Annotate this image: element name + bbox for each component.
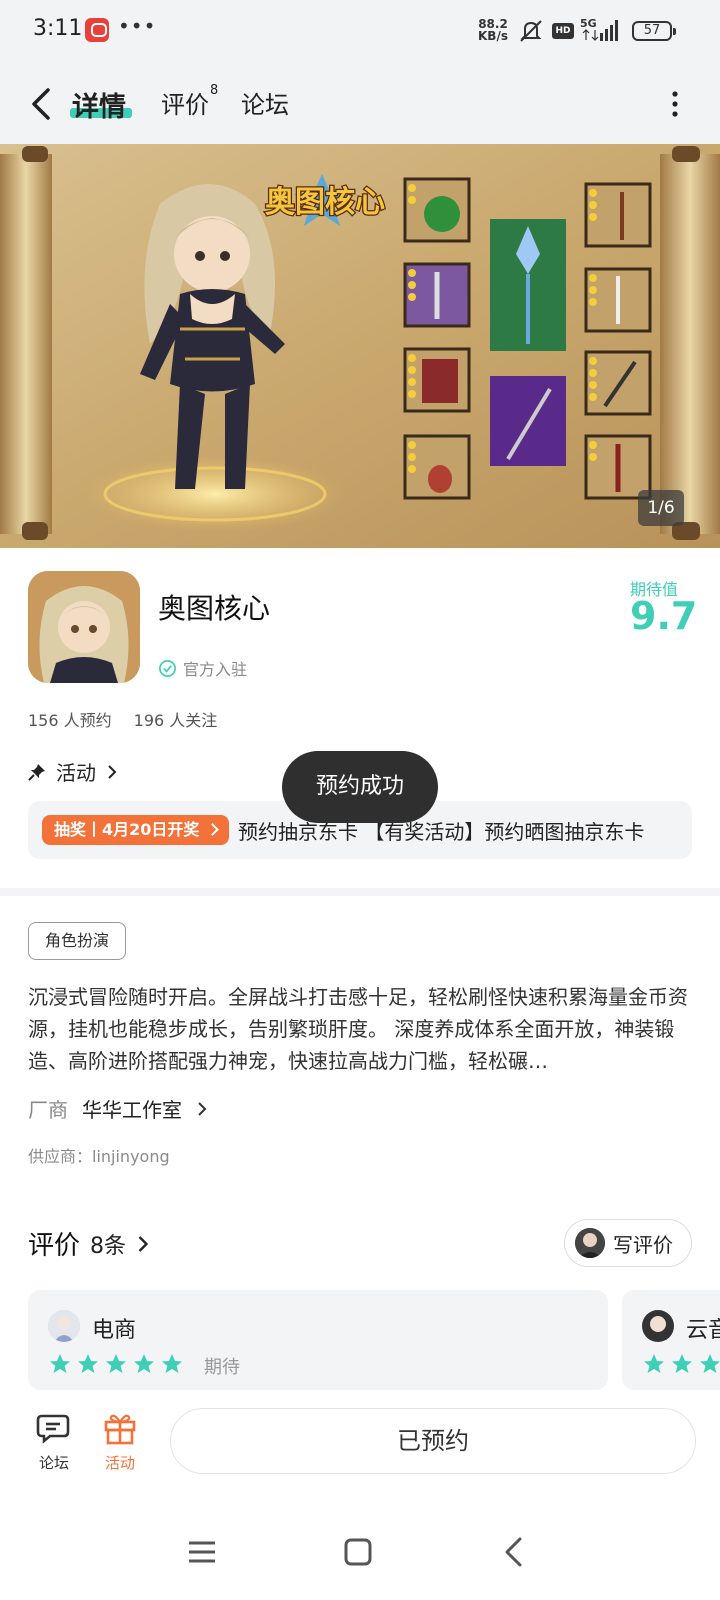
star-icon [162, 1354, 182, 1373]
screenshot-carousel[interactable]: 奥图核心 [0, 144, 720, 548]
battery-icon: 57 [632, 21, 676, 41]
status-time: 3:11 [33, 16, 83, 41]
verified-check-icon [159, 659, 176, 677]
write-review-button[interactable]: 写评价 [564, 1219, 692, 1267]
mute-icon [520, 20, 542, 42]
signal-icon: 5G [580, 17, 618, 41]
reviewer-name: 云音 [686, 1318, 720, 1343]
back-icon[interactable] [496, 1534, 532, 1570]
section-divider [0, 888, 720, 896]
pin-icon [28, 763, 45, 781]
reviewer-name: 电商 [92, 1318, 137, 1343]
vendor-label: 厂商 [28, 1098, 68, 1122]
user-avatar [575, 1228, 605, 1258]
game-description[interactable]: 沉浸式冒险随时开启。全屏战斗打击感十足，轻松刷怪快速积累海量金币资源，挂机也能稳… [28, 981, 694, 1077]
app-name: 奥图核心 [158, 592, 271, 625]
follower-count: 196 人关注 [133, 711, 218, 730]
star-icon [50, 1354, 70, 1373]
star-icon [700, 1354, 720, 1373]
vendor-name: 华华工作室 [82, 1098, 182, 1122]
star-icon [644, 1354, 664, 1373]
app-notification-icon [85, 18, 109, 42]
lottery-badge[interactable]: 抽奖丨4月20日开奖 [42, 815, 230, 845]
official-badge: 官方入驻 [158, 656, 247, 680]
rating-text: 期待 [204, 1357, 240, 1378]
tab-forum[interactable]: 论坛 [241, 85, 289, 120]
app-stats: 156 人预约 196 人关注 [28, 707, 217, 731]
gift-icon [104, 1414, 136, 1445]
star-icon [78, 1354, 98, 1373]
activity-button[interactable]: 活动 [90, 1410, 150, 1473]
activity-section-header[interactable]: 活动 [28, 757, 118, 786]
chevron-right-icon [108, 764, 117, 779]
more-notifications-icon: ••• [118, 14, 157, 38]
bottom-action-bar: 论坛 活动 已预约 [0, 1390, 720, 1500]
chevron-right-icon [138, 1235, 149, 1252]
toast-message: 预约成功 [282, 751, 438, 823]
review-card[interactable]: 云音 [622, 1290, 720, 1390]
network-speed: 88.2 KB/s [478, 17, 508, 43]
reviews-header[interactable]: 评价 8条 [28, 1225, 150, 1262]
hd-icon: HD [552, 23, 574, 39]
star-icon [106, 1354, 126, 1373]
reviewer-avatar [48, 1310, 80, 1342]
app-icon [28, 571, 140, 683]
forum-button[interactable]: 论坛 [24, 1410, 84, 1473]
system-navigation-bar [0, 1500, 720, 1600]
svg-text:5G: 5G [580, 17, 597, 30]
supplier-info: 供应商：linjinyong [28, 1147, 170, 1166]
svg-text:奥图核心: 奥图核心 [265, 185, 385, 220]
home-icon[interactable] [340, 1534, 376, 1570]
hero-illustration: 奥图核心 [0, 144, 720, 548]
reviews-count: 8条 [90, 1233, 127, 1259]
menu-icon[interactable] [184, 1534, 220, 1570]
back-arrow-icon[interactable] [26, 82, 60, 126]
more-options-icon[interactable] [667, 87, 683, 121]
carousel-page-indicator: 1/6 [638, 490, 684, 526]
star-icon [134, 1354, 154, 1373]
reserved-button[interactable]: 已预约 [170, 1408, 696, 1474]
rating-stars [48, 1352, 184, 1376]
tab-reviews[interactable]: 评价8 [161, 83, 219, 120]
vendor-row[interactable]: 厂商 华华工作室 [28, 1094, 208, 1123]
reviewer-avatar [642, 1310, 674, 1342]
rating-stars [642, 1352, 720, 1376]
tab-details[interactable]: 详情 [72, 85, 126, 124]
genre-tag[interactable]: 角色扮演 [28, 922, 126, 960]
reviews-count-badge: 8 [210, 83, 219, 98]
chevron-right-icon [198, 1101, 207, 1116]
activity-description: 预约抽京东卡 【有奖活动】预约晒图抽京东卡 [238, 820, 645, 844]
expectation-score: 9.7 [630, 594, 698, 638]
status-bar: 3:11 ••• 88.2 KB/s HD 5G 57 [0, 0, 720, 62]
forum-icon [36, 1414, 70, 1444]
review-card[interactable]: 电商 期待 [28, 1290, 608, 1390]
top-navigation: 详情 评价8 论坛 [0, 62, 720, 144]
star-icon [672, 1354, 692, 1373]
reservation-count: 156 人预约 [28, 711, 112, 730]
